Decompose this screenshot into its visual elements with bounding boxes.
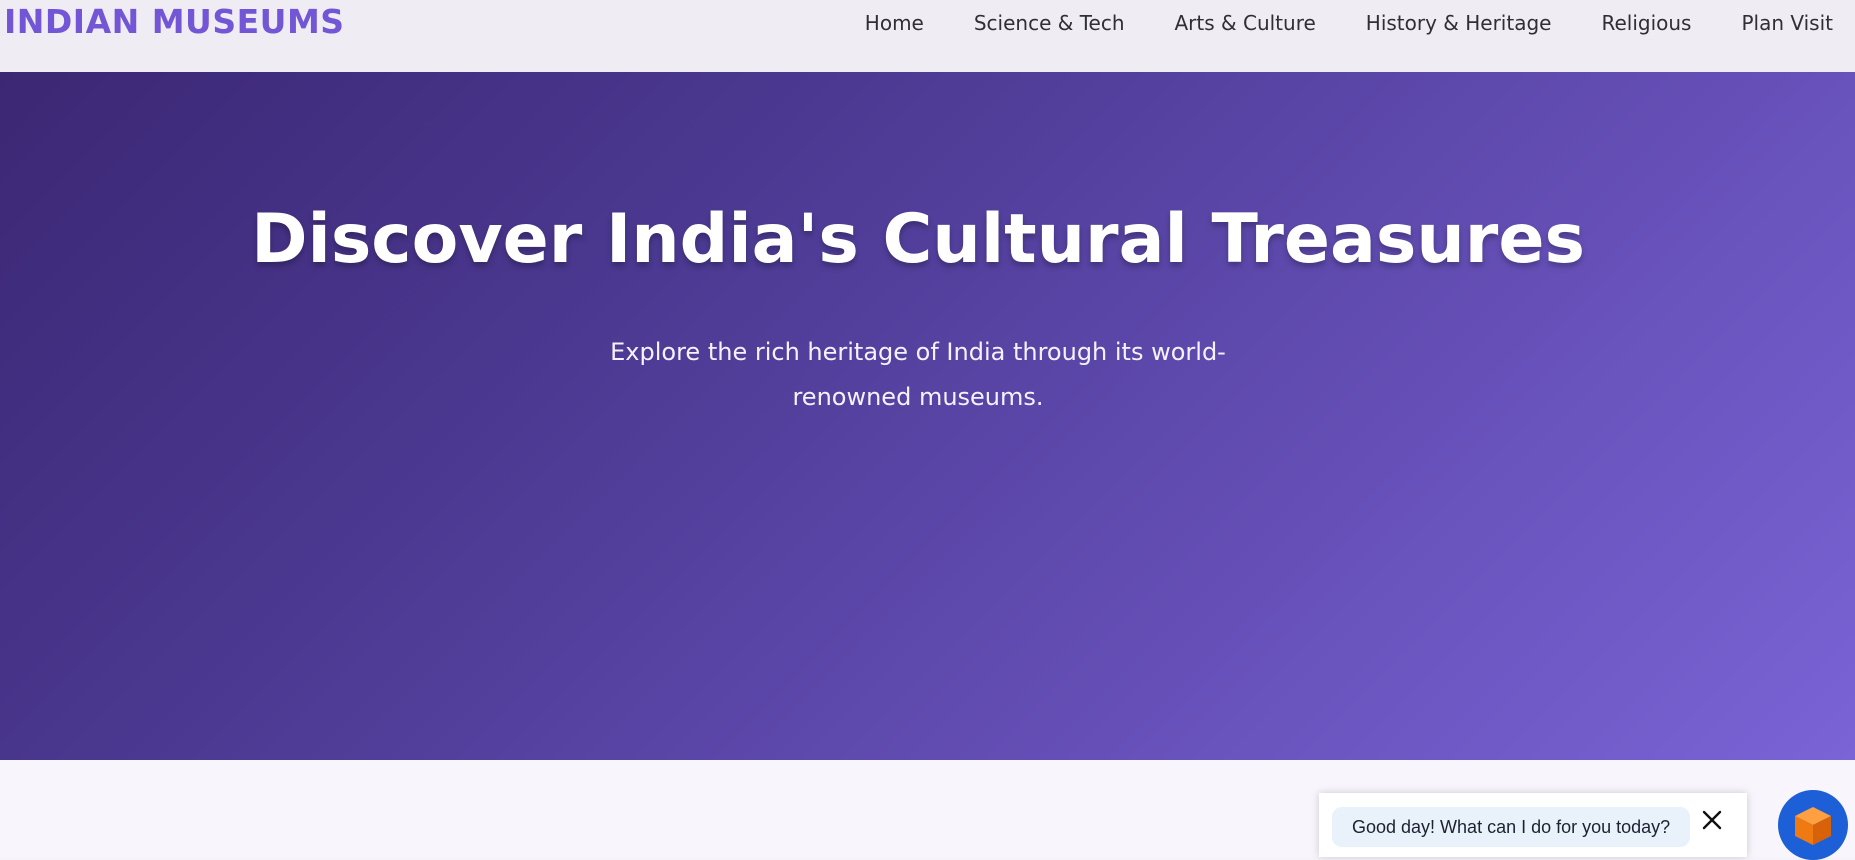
nav-item-science-tech[interactable]: Science & Tech — [974, 10, 1125, 36]
site-logo[interactable]: INDIAN MUSEUMS — [4, 0, 345, 44]
nav-item-home[interactable]: Home — [865, 10, 924, 36]
hero-section: Discover India's Cultural Treasures Expl… — [0, 72, 1855, 760]
nav-item-history-heritage[interactable]: History & Heritage — [1366, 10, 1552, 36]
close-icon[interactable] — [1699, 807, 1725, 833]
chat-greeting[interactable]: Good day! What can I do for you today? — [1332, 807, 1691, 847]
main-nav: Home Science & Tech Arts & Culture Histo… — [815, 10, 1833, 36]
site-header: INDIAN MUSEUMS Home Science & Tech Arts … — [0, 0, 1855, 72]
nav-item-plan-visit[interactable]: Plan Visit — [1741, 10, 1833, 36]
hero-title: Discover India's Cultural Treasures — [251, 200, 1585, 279]
chat-popup: Good day! What can I do for you today? — [1319, 793, 1747, 857]
hero-subtitle: Explore the rich heritage of India throu… — [610, 338, 1226, 411]
nav-item-arts-culture[interactable]: Arts & Culture — [1175, 10, 1316, 36]
nav-item-religious[interactable]: Religious — [1601, 10, 1691, 36]
chat-launcher-button[interactable] — [1778, 790, 1848, 860]
cube-icon — [1795, 807, 1831, 845]
